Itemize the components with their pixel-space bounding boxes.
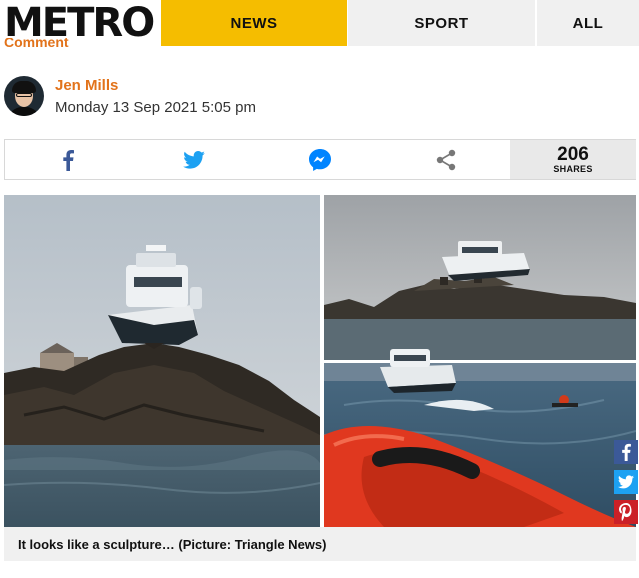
author-avatar[interactable]	[4, 76, 44, 116]
floating-twitter-button[interactable]	[614, 470, 638, 494]
boat-on-rocks-photo	[4, 195, 636, 527]
comment-link[interactable]: Comment	[4, 38, 69, 52]
facebook-share-button[interactable]	[5, 140, 131, 179]
article-image[interactable]	[4, 195, 636, 527]
pinterest-icon	[619, 503, 632, 521]
author-name[interactable]: Jen Mills	[55, 77, 118, 94]
share-bar: 206 SHARES	[4, 139, 636, 180]
share-count-label: SHARES	[553, 164, 593, 174]
twitter-icon	[618, 475, 634, 489]
share-count-number: 206	[557, 144, 589, 165]
image-caption: It looks like a sculpture… (Picture: Tri…	[18, 536, 327, 552]
generic-share-button[interactable]	[383, 140, 509, 179]
twitter-icon	[183, 150, 205, 169]
image-caption-bar: It looks like a sculpture… (Picture: Tri…	[4, 527, 636, 561]
nav-tab-sport[interactable]: SPORT	[347, 0, 535, 46]
messenger-icon	[309, 148, 331, 171]
facebook-icon	[622, 443, 631, 461]
share-count: 206 SHARES	[510, 140, 636, 179]
nav-tab-news[interactable]: NEWS	[161, 0, 347, 46]
share-icon	[436, 149, 456, 170]
floating-facebook-button[interactable]	[614, 440, 638, 464]
twitter-share-button[interactable]	[131, 140, 257, 179]
facebook-icon	[63, 149, 74, 171]
nav-tab-all[interactable]: ALL	[535, 0, 639, 46]
publish-date: Monday 13 Sep 2021 5:05 pm	[55, 99, 256, 116]
top-navigation: METRO NEWS SPORT ALL	[0, 0, 639, 46]
floating-pinterest-button[interactable]	[614, 500, 638, 524]
messenger-share-button[interactable]	[257, 140, 383, 179]
